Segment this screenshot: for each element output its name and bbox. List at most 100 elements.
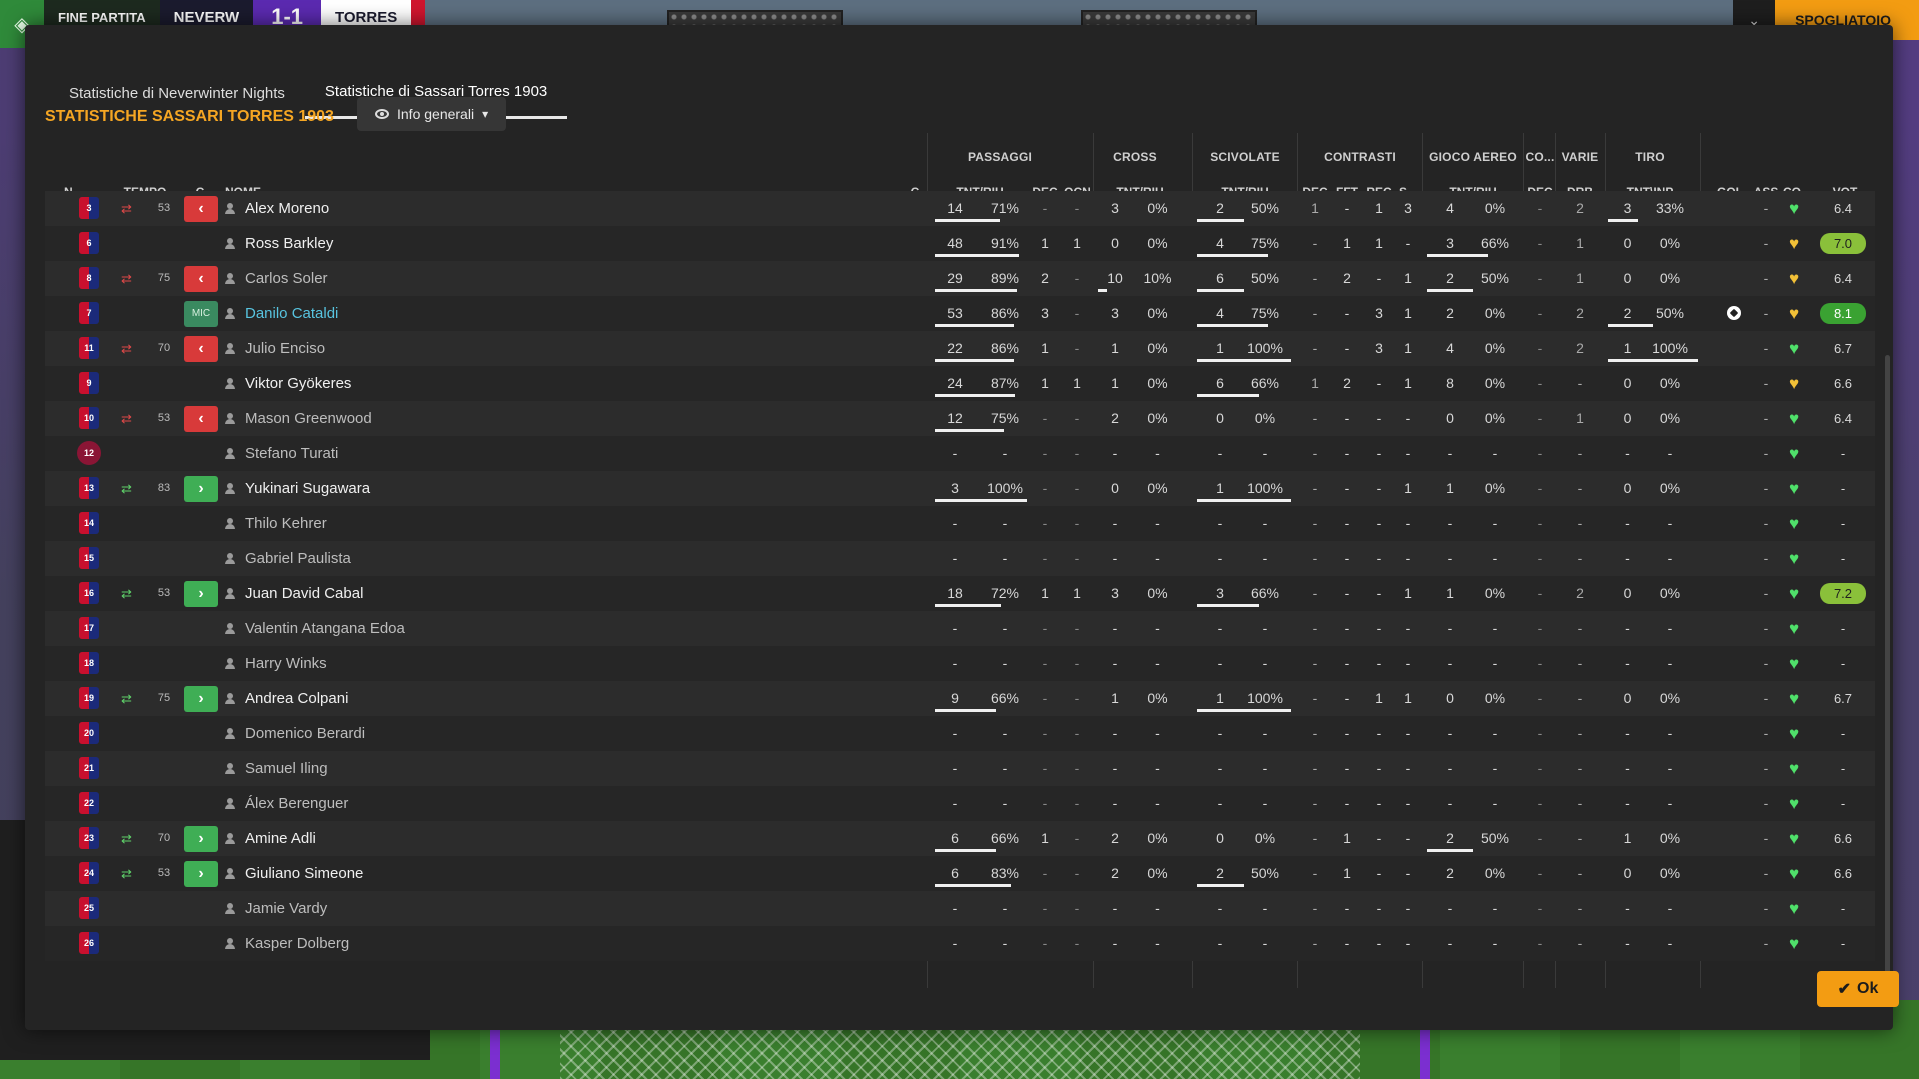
co-dec: - [1537, 480, 1543, 496]
player-name[interactable]: Viktor Gyökeres [245, 366, 351, 401]
table-row[interactable]: 15 Gabriel Paulista - - - - - - - - - - - - - - - - - - - ♥ - [45, 541, 1875, 576]
player-name[interactable]: Harry Winks [245, 646, 327, 681]
shirt-number-badge: 14 [79, 512, 99, 534]
table-row[interactable]: 17 Valentin Atangana Edoa - - - - - - - - - - - - - - - -… [45, 611, 1875, 646]
assists: - [1763, 375, 1769, 391]
player-name[interactable]: Yukinari Sugawara [245, 471, 370, 506]
table-row[interactable]: 7 MIC Danilo Cataldi 53 86% 3-3 0% 4 75% - -3 1 2 0% -… [45, 296, 1875, 331]
person-icon [225, 588, 235, 599]
ok-button[interactable]: ✔ Ok [1817, 971, 1899, 1007]
player-name[interactable]: Thilo Kehrer [245, 506, 327, 541]
aerial-attempts: 0 [1446, 690, 1454, 706]
player-name[interactable]: Alex Moreno [245, 191, 329, 226]
player-name[interactable]: Andrea Colpani [245, 681, 348, 716]
table-row[interactable]: 24 ⇄ 53 › Giuliano Simeone 6 83% - -2 0% 2 50% -1- -2… [45, 856, 1875, 891]
pass-ocn: - [1074, 200, 1080, 216]
assists: - [1763, 585, 1769, 601]
chevron-left-icon[interactable]: ‹ [184, 196, 218, 222]
chevron-right-icon[interactable]: › [184, 476, 218, 502]
player-name[interactable]: Giuliano Simeone [245, 856, 363, 891]
stats-modal: Statistiche di Neverwinter Nights Statis… [25, 25, 1899, 1030]
player-name[interactable]: Gabriel Paulista [245, 541, 351, 576]
table-row[interactable]: 14 Thilo Kehrer - - - - - - - - - - - - - - - - - - - ♥ - [45, 506, 1875, 541]
table-row[interactable]: 13 ⇄ 83 › Yukinari Sugawara 3 100% - -0 0% 1 100% - -… [45, 471, 1875, 506]
pass-dec: 2 [1041, 270, 1049, 286]
player-name[interactable]: Stefano Turati [245, 436, 338, 471]
table-row[interactable]: 9 Viktor Gyökeres 24 87% 1 1 1 0% 6 66% 1 2-1 8 0% - -0… [45, 366, 1875, 401]
player-name[interactable]: Mason Greenwood [245, 401, 372, 436]
player-name[interactable]: Valentin Atangana Edoa [245, 611, 405, 646]
assists: - [1763, 655, 1769, 671]
table-row[interactable]: 22 Álex Berenguer - - - - - - - - - - - - - - - - - - - ♥ - [45, 786, 1875, 821]
tackle-bar [1197, 499, 1291, 502]
co-dec: - [1537, 515, 1543, 531]
player-name[interactable]: Juan David Cabal [245, 576, 363, 611]
cross-percent: - [1155, 655, 1160, 671]
pass-attempts: - [952, 620, 958, 636]
table-row[interactable]: 25 Jamie Vardy - - - - - - - - - - - - - - - - - - - ♥ - [45, 891, 1875, 926]
player-name[interactable]: Álex Berenguer [245, 786, 348, 821]
chevron-right-icon[interactable]: › [184, 686, 218, 712]
con-fft: 1 [1343, 830, 1351, 846]
chevron-left-icon[interactable]: ‹ [184, 336, 218, 362]
view-dropdown[interactable]: Info generali ▾ [357, 97, 507, 131]
table-row[interactable]: 11 ⇄ 70 ‹ Julio Enciso 22 86% 1-1 0% 1 100% - -3 1 4 0%… [45, 331, 1875, 366]
table-row[interactable]: 23 ⇄ 70 › Amine Adli 6 66% 1-2 0% 0 0% -1- -2 50% - -1 0… [45, 821, 1875, 856]
player-name[interactable]: Domenico Berardi [245, 716, 365, 751]
table-row[interactable]: 16 ⇄ 53 › Juan David Cabal 18 72% 1 1 3 0% 3 66% - - -1… [45, 576, 1875, 611]
chevron-left-icon[interactable]: ‹ [184, 266, 218, 292]
pass-dec: - [1042, 200, 1048, 216]
con-fft: - [1344, 690, 1350, 706]
pass-ocn: - [1074, 935, 1080, 951]
person-icon [225, 378, 235, 389]
con-dec: - [1312, 270, 1318, 286]
pass-dec: - [1042, 550, 1048, 566]
player-name[interactable]: Amine Adli [245, 821, 316, 856]
player-name[interactable]: Julio Enciso [245, 331, 325, 366]
con-s: - [1405, 235, 1411, 251]
table-row[interactable]: 26 Kasper Dolberg - - - - - - - - - - - - - - - - - - - ♥ - [45, 926, 1875, 961]
table-row[interactable]: 6 Ross Barkley 48 91% 1 1 0 0% 4 75% -1 1-3 66% -1 0 0%… [45, 226, 1875, 261]
sub-minute [149, 786, 179, 821]
aerial-attempts: 2 [1446, 305, 1454, 321]
chevron-right-icon[interactable]: › [184, 861, 218, 887]
con-rec: - [1376, 480, 1382, 496]
cross-percent: 0% [1147, 410, 1168, 426]
player-rating: - [1840, 761, 1846, 776]
table-row[interactable]: 19 ⇄ 75 › Andrea Colpani 9 66% - -1 0% 1 100% - -1 1 0 0… [45, 681, 1875, 716]
chevron-right-icon[interactable]: › [184, 581, 218, 607]
shot-bar [1608, 219, 1638, 222]
chevron-left-icon[interactable]: ‹ [184, 406, 218, 432]
condition-heart-icon: ♥ [1788, 864, 1800, 883]
player-name[interactable]: Carlos Soler [245, 261, 328, 296]
aerial-attempts: - [1447, 795, 1453, 811]
table-row[interactable]: 12 Stefano Turati - - - - - - - - - - - - - - - - - - - ♥ - [45, 436, 1875, 471]
person-icon [225, 273, 235, 284]
player-name[interactable]: Samuel Iling [245, 751, 328, 786]
player-rating: - [1840, 726, 1846, 741]
table-row[interactable]: 8 ⇄ 75 ‹ Carlos Soler 29 89% 2-10 10% 6 50% -2-1 2 50… [45, 261, 1875, 296]
table-row[interactable]: 18 Harry Winks - - - - - - - - - - - - - - - - - - - ♥ - [45, 646, 1875, 681]
aerial-attempts: 1 [1446, 585, 1454, 601]
con-rec: - [1376, 830, 1382, 846]
sub-minute: 53 [157, 412, 171, 424]
player-name[interactable]: Jamie Vardy [245, 891, 327, 926]
table-row[interactable]: 21 Samuel Iling - - - - - - - - - - - - - - - - - - - ♥ - [45, 751, 1875, 786]
tackle-percent: - [1262, 795, 1268, 811]
sub-minute: 70 [157, 342, 171, 354]
sub-minute [149, 436, 179, 471]
pass-dec: 1 [1041, 375, 1049, 391]
scrollbar[interactable] [1885, 355, 1890, 985]
table-row[interactable]: 20 Domenico Berardi - - - - - - - - - - - - - - - - - - - ♥ - [45, 716, 1875, 751]
chevron-right-icon[interactable]: › [184, 826, 218, 852]
player-name[interactable]: Danilo Cataldi [245, 296, 338, 331]
player-rating: - [1840, 796, 1846, 811]
table-row[interactable]: 3 ⇄ 53 ‹ Alex Moreno 14 71% - -3 0% 2 50% 1-1 3 4 0% -2 3… [45, 191, 1875, 226]
co-dec: - [1537, 865, 1543, 881]
player-name[interactable]: Ross Barkley [245, 226, 333, 261]
con-s: - [1405, 900, 1411, 916]
cross-attempts: - [1112, 655, 1118, 671]
player-name[interactable]: Kasper Dolberg [245, 926, 349, 961]
cross-attempts: - [1112, 760, 1118, 776]
table-row[interactable]: 10 ⇄ 53 ‹ Mason Greenwood 12 75% - -2 0% 0 0% - - - -0 0… [45, 401, 1875, 436]
